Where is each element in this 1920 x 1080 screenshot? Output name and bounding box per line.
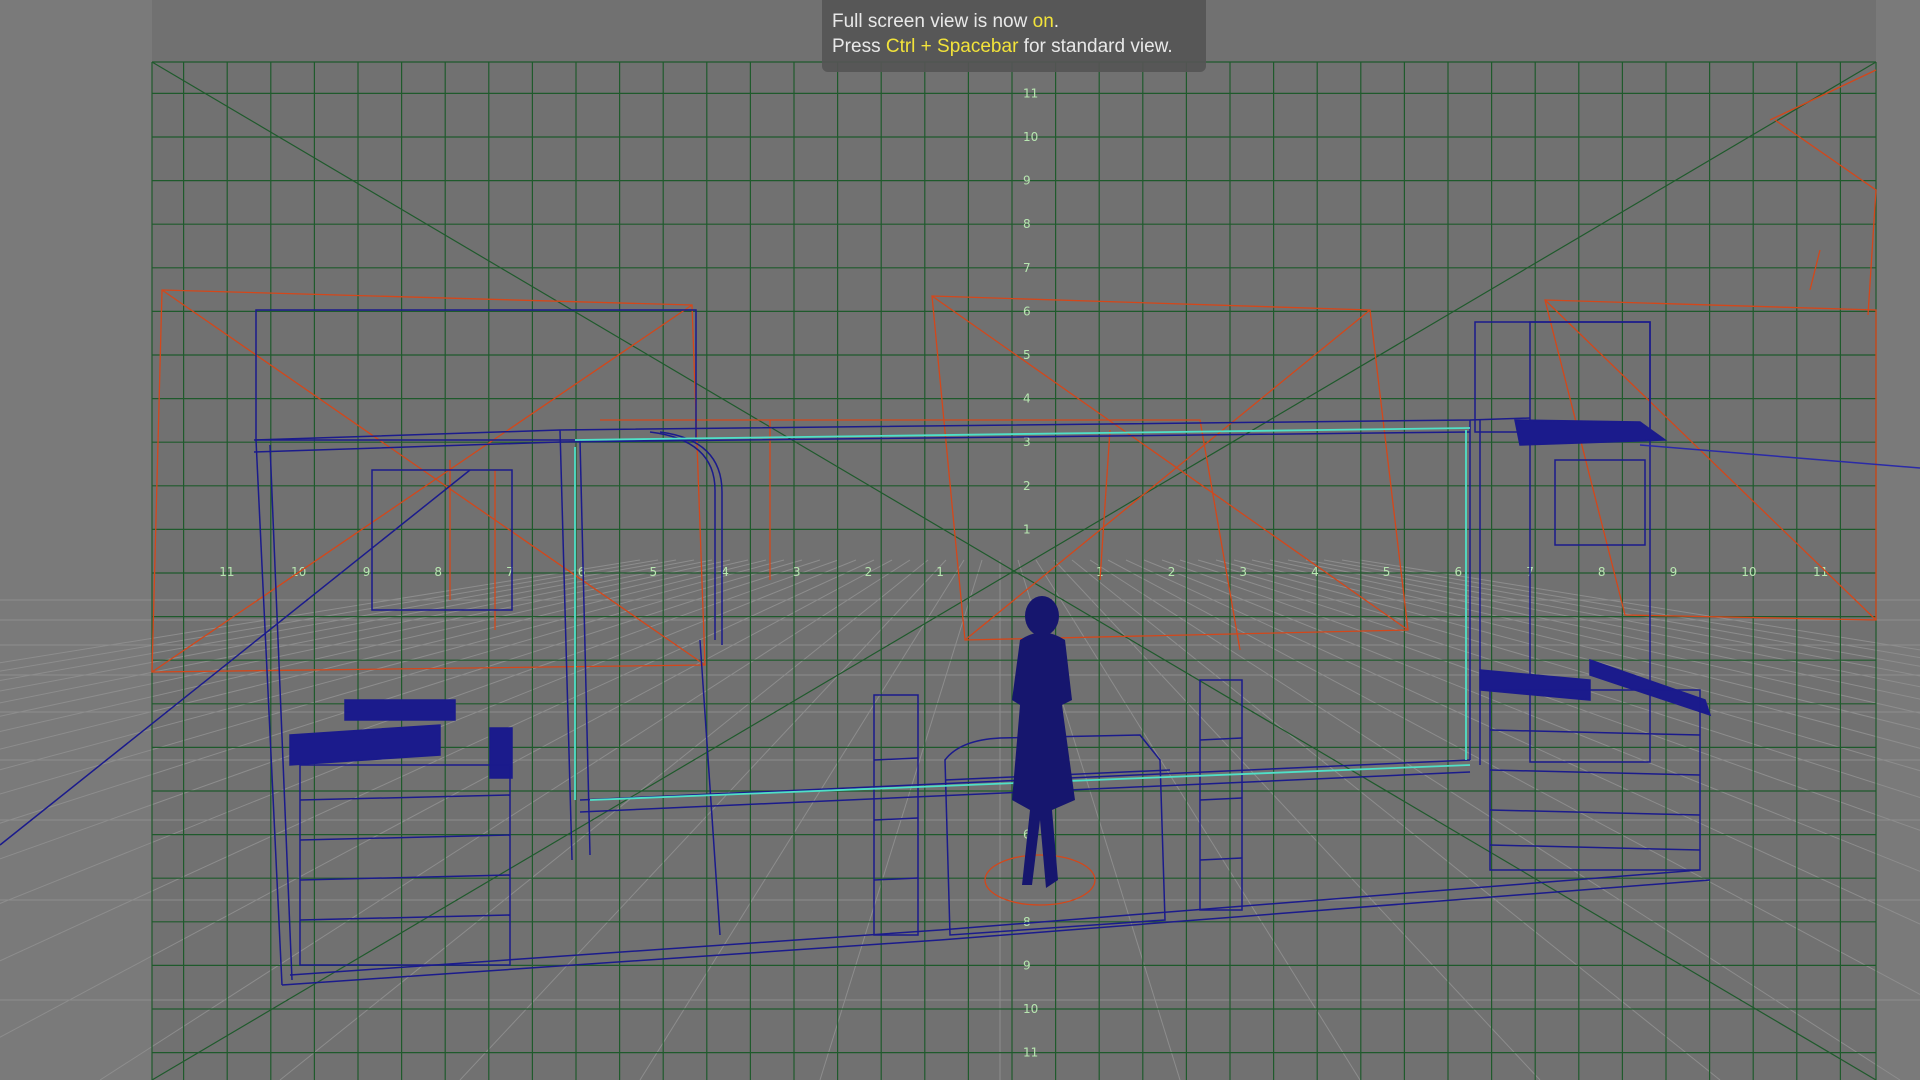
tick-label-vertical: 8 xyxy=(1023,915,1031,929)
tick-label-vertical: 6 xyxy=(1023,304,1031,318)
tick-label-horizontal: 8 xyxy=(434,565,442,579)
tick-label-vertical: 9 xyxy=(1023,174,1031,188)
fullscreen-notice-line1: Full screen view is now on. xyxy=(832,9,1206,34)
notice-text: Press xyxy=(832,36,886,57)
tick-label-horizontal: 6 xyxy=(1455,565,1463,579)
viewport-scene[interactable]: 1110987654321123456789101111109876543212… xyxy=(0,0,1920,1080)
tick-label-horizontal: 1 xyxy=(936,565,944,579)
tick-label-horizontal: 3 xyxy=(1239,565,1247,579)
tick-label-horizontal: 9 xyxy=(363,565,371,579)
tick-label-horizontal: 8 xyxy=(1598,565,1606,579)
tick-label-horizontal: 3 xyxy=(793,565,801,579)
tick-label-horizontal: 11 xyxy=(219,565,234,579)
tick-label-vertical: 10 xyxy=(1023,1002,1038,1016)
notice-punctuation: . xyxy=(1053,11,1060,32)
fullscreen-notice-line2: Press Ctrl + Spacebar for standard view. xyxy=(832,34,1206,59)
tick-label-vertical: 11 xyxy=(1023,1046,1038,1060)
tick-label-vertical: 4 xyxy=(1023,392,1031,406)
tick-label-vertical: 2 xyxy=(1023,479,1031,493)
tick-label-horizontal: 5 xyxy=(650,565,658,579)
viewport-margin-right xyxy=(1876,0,1920,1080)
tick-label-vertical: 9 xyxy=(1023,958,1031,972)
tick-label-horizontal: 2 xyxy=(1168,565,1176,579)
fullscreen-notice-banner: Full screen view is now on. Press Ctrl +… xyxy=(822,0,1206,72)
notice-text: for standard view. xyxy=(1018,36,1173,57)
viewport-margin-left xyxy=(0,0,152,1080)
tick-label-horizontal: 9 xyxy=(1670,565,1678,579)
3d-viewport[interactable]: 1110987654321123456789101111109876543212… xyxy=(0,0,1920,1080)
keyboard-shortcut: Ctrl + Spacebar xyxy=(885,36,1019,57)
human-figure[interactable] xyxy=(1012,596,1075,888)
tick-label-vertical: 7 xyxy=(1023,261,1031,275)
tick-label-horizontal: 10 xyxy=(1741,565,1756,579)
notice-text: Full screen view is now xyxy=(832,11,1033,32)
tick-label-horizontal: 6 xyxy=(578,565,586,579)
tick-label-horizontal: 2 xyxy=(865,565,873,579)
camera-frustum-diagonals xyxy=(151,61,1877,1080)
fullscreen-state: on xyxy=(1032,11,1054,32)
floor-perspective-grid xyxy=(0,559,1920,1080)
tick-label-vertical: 1 xyxy=(1023,522,1031,536)
tick-label-vertical: 10 xyxy=(1023,130,1038,144)
tick-label-horizontal: 5 xyxy=(1383,565,1391,579)
tick-label-vertical: 11 xyxy=(1023,86,1038,100)
tick-label-vertical: 8 xyxy=(1023,217,1031,231)
